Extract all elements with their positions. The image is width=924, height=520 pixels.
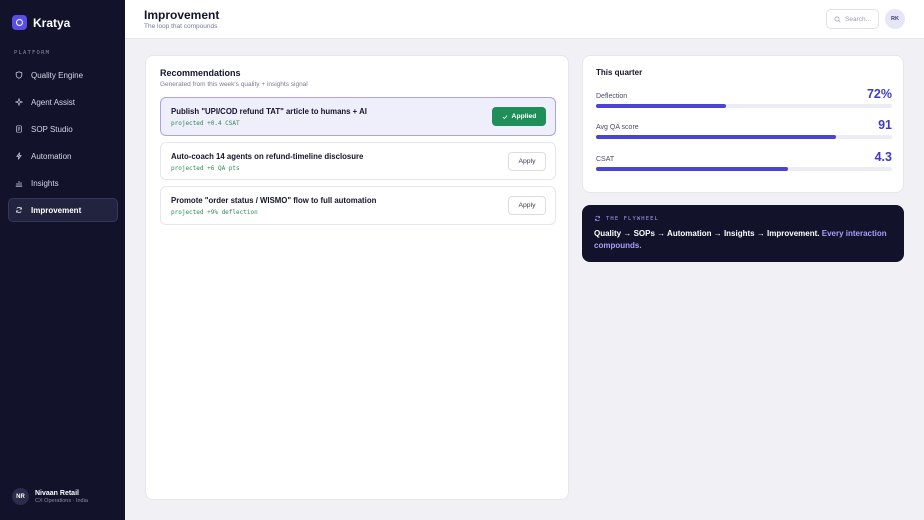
recommendations-card: Recommendations Generated from this week…: [145, 55, 569, 500]
flywheel-text: Quality → SOPs → Automation → Insights →…: [594, 228, 894, 252]
user-subtitle: CX Operations · India: [35, 497, 88, 504]
flywheel-label: THE FLYWHEEL: [594, 215, 659, 222]
metric-label: CSAT: [596, 156, 615, 163]
refresh-icon: [16, 206, 22, 214]
sidebar-item-improvement[interactable]: Improvement: [8, 198, 118, 222]
flywheel-card: THE FLYWHEEL Quality → SOPs → Automation…: [582, 205, 904, 262]
apply-button[interactable]: Apply: [508, 196, 546, 215]
flywheel-sequence: Quality → SOPs → Automation → Insights →…: [594, 229, 820, 238]
sidebar-item-label: Automation: [31, 151, 72, 161]
document-icon: [16, 125, 22, 133]
recommendation-title: Promote "order status / WISMO" flow to f…: [171, 196, 377, 205]
recommendation-item: Auto-coach 14 agents on refund-timeline …: [160, 142, 556, 180]
header: Improvement The loop that compounds Sear…: [125, 0, 924, 39]
progress-track: [596, 104, 892, 108]
avatar: NR: [12, 488, 29, 505]
sidebar-item-insights[interactable]: Insights: [8, 171, 118, 195]
recommendation-title: Publish "UPI/COD refund TAT" article to …: [171, 107, 367, 116]
sparkle-icon: [15, 98, 23, 106]
search-placeholder: Search...: [845, 15, 872, 23]
sidebar-item-label: Quality Engine: [31, 70, 84, 80]
progress-track: [596, 135, 892, 139]
search-input[interactable]: Search...: [826, 9, 879, 29]
sidebar-item-label: SOP Studio: [31, 124, 73, 134]
user-profile[interactable]: NR Nivaan Retail CX Operations · India: [12, 488, 88, 505]
recommendation-projection: projected +6 QA pts: [171, 165, 240, 172]
bolt-icon: [16, 152, 22, 160]
recommendation-item: Publish "UPI/COD refund TAT" article to …: [160, 97, 556, 136]
recommendation-item: Promote "order status / WISMO" flow to f…: [160, 186, 556, 225]
sidebar-item-quality-engine[interactable]: Quality Engine: [8, 63, 118, 87]
metric-value: 4.3: [874, 150, 892, 164]
metric-value: 91: [878, 118, 892, 132]
recommendations-subtitle: Generated from this week's quality + ins…: [160, 81, 308, 88]
sidebar-item-sop-studio[interactable]: SOP Studio: [8, 117, 118, 141]
brand-name: Kratya: [33, 15, 71, 30]
sidebar-item-label: Agent Assist: [31, 97, 76, 107]
recommendation-title: Auto-coach 14 agents on refund-timeline …: [171, 152, 364, 161]
brand-logo-icon: [12, 15, 27, 30]
progress-fill: [596, 104, 727, 108]
bar-chart-icon: [15, 181, 23, 187]
page-subtitle: The loop that compounds: [144, 23, 218, 30]
apply-button[interactable]: Apply: [508, 152, 546, 171]
sidebar-nav: Quality Engine Agent Assist SOP Studio A…: [8, 63, 118, 225]
shield-icon: [15, 71, 23, 79]
metric-label: Deflection: [596, 93, 628, 100]
sidebar-section-label: PLATFORM: [14, 50, 51, 56]
sidebar-item-agent-assist[interactable]: Agent Assist: [8, 90, 118, 114]
applied-button[interactable]: Applied: [492, 107, 546, 126]
recommendation-projection: projected +0.4 CSAT: [171, 120, 240, 127]
sidebar-item-automation[interactable]: Automation: [8, 144, 118, 168]
quarter-card: This quarter Deflection 72% Avg QA score…: [582, 55, 904, 193]
sidebar-item-label: Improvement: [31, 205, 82, 215]
recommendations-title: Recommendations: [160, 68, 241, 78]
progress-fill: [596, 167, 789, 171]
refresh-icon: [595, 215, 600, 222]
page-title: Improvement: [144, 8, 220, 22]
flywheel-label-text: THE FLYWHEEL: [606, 215, 659, 222]
metric-value: 72%: [866, 87, 892, 101]
applied-button-label: Applied: [511, 113, 537, 120]
check-icon: [502, 114, 507, 119]
sidebar-item-label: Insights: [31, 178, 59, 188]
quarter-title: This quarter: [596, 68, 643, 77]
brand[interactable]: Kratya: [12, 15, 70, 30]
user-name: Nivaan Retail: [35, 489, 79, 497]
recommendation-projection: projected +9% deflection: [171, 209, 258, 216]
header-avatar[interactable]: RK: [885, 9, 905, 29]
sidebar: Kratya PLATFORM Quality Engine Agent Ass…: [0, 0, 125, 520]
metric-label: Avg QA score: [596, 124, 639, 131]
progress-fill: [596, 135, 836, 139]
search-icon: [834, 16, 841, 23]
progress-track: [596, 167, 892, 171]
